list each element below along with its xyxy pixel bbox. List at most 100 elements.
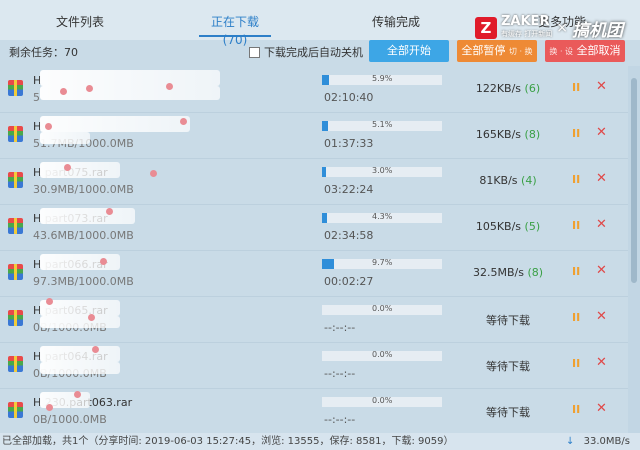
auto-shutdown-checkbox[interactable] <box>249 46 260 58</box>
tab-downloading[interactable]: 正在下载(70) <box>199 13 271 47</box>
time-remaining: 02:10:40 <box>324 91 374 104</box>
download-speed: 等待下载 <box>452 312 564 328</box>
download-speed: 105KB/s (5) <box>452 220 564 233</box>
sticker-dot <box>60 88 67 95</box>
speed-value: 32.5MB/s <box>472 266 524 279</box>
privacy-smear <box>40 70 220 86</box>
progress-bar: 5.1% <box>322 120 442 131</box>
download-speed: 165KB/s (8) <box>452 128 564 141</box>
progress-fill <box>322 167 326 177</box>
close-icon[interactable]: ✕ <box>596 171 607 186</box>
remaining-tasks: 剩余任务：70 <box>9 46 78 59</box>
zaker-watermark: Z ZAKER 有缓存 打开新闻 × 搞机团 <box>475 14 623 42</box>
progress-percent: 0.0% <box>372 396 393 405</box>
download-row[interactable]: H part064.rar0B/1000.0MB0.0%--:--:--等待下载… <box>0 342 628 389</box>
file-size: 30.9MB/1000.0MB <box>33 183 134 196</box>
close-icon[interactable]: ✕ <box>596 125 607 140</box>
time-remaining: 02:34:58 <box>324 229 374 242</box>
progress-bar: 3.0% <box>322 166 442 177</box>
close-icon[interactable]: ✕ <box>596 355 607 370</box>
speed-value: 81KB/s <box>479 174 518 187</box>
download-speed: 32.5MB/s (8) <box>452 266 564 279</box>
speed-value: 等待下载 <box>486 360 530 373</box>
pause-all-hint: 切 · 换 <box>508 47 533 56</box>
privacy-smear <box>40 116 190 132</box>
sticker-dot <box>46 298 53 305</box>
pause-all-button[interactable]: 全部暂停 切 · 换 <box>457 40 537 62</box>
pause-icon[interactable]: II <box>572 311 580 324</box>
total-speed: 33.0MB/s <box>583 436 630 447</box>
download-row[interactable]: H part065.rar0B/1000.0MB0.0%--:--:--等待下载… <box>0 296 628 343</box>
pause-icon[interactable]: II <box>572 403 580 416</box>
privacy-smear <box>40 346 120 362</box>
pause-icon[interactable]: II <box>572 127 580 140</box>
sticker-dot <box>74 391 81 398</box>
time-remaining: --:--:-- <box>324 367 356 380</box>
speed-value: 165KB/s <box>475 128 522 141</box>
close-icon[interactable]: ✕ <box>596 79 607 94</box>
download-speed: 等待下载 <box>452 404 564 420</box>
cancel-all-label: 全部取消 <box>576 44 621 57</box>
sticker-dot <box>86 85 93 92</box>
rar-archive-icon <box>8 172 23 188</box>
privacy-smear <box>40 254 120 270</box>
rar-archive-icon <box>8 126 23 142</box>
download-row[interactable]: H 230.part063.rar0B/1000.0MB0.0%--:--:--… <box>0 388 628 433</box>
progress-bar: 4.3% <box>322 212 442 223</box>
progress-percent: 9.7% <box>372 258 393 267</box>
progress-bar: 0.0% <box>322 396 442 407</box>
watermark-x: × <box>556 20 568 36</box>
progress-percent: 0.0% <box>372 304 393 313</box>
scrollbar[interactable] <box>628 66 640 433</box>
download-arrow-icon: ↓ <box>566 436 575 447</box>
auto-shutdown-label: 下载完成后自动关机 <box>264 46 363 59</box>
file-size: 97.3MB/1000.0MB <box>33 275 134 288</box>
download-speed: 122KB/s (6) <box>452 82 564 95</box>
tab-file-list[interactable]: 文件列表 <box>50 13 110 37</box>
rar-archive-icon <box>8 218 23 234</box>
progress-percent: 3.0% <box>372 166 393 175</box>
zaker-brand: ZAKER 有缓存 打开新闻 <box>501 15 552 41</box>
speed-value: 122KB/s <box>475 82 522 95</box>
sticker-dot <box>45 123 52 130</box>
scrollbar-thumb[interactable] <box>631 78 637 283</box>
connection-count: (8) <box>524 128 541 141</box>
rar-archive-icon <box>8 80 23 96</box>
pause-icon[interactable]: II <box>572 265 580 278</box>
pause-icon[interactable]: II <box>572 357 580 370</box>
privacy-smear <box>40 86 220 100</box>
speed-value: 等待下载 <box>486 406 530 419</box>
progress-percent: 5.1% <box>372 120 393 129</box>
sticker-dot <box>88 314 95 321</box>
progress-bar: 0.0% <box>322 350 442 361</box>
privacy-smear <box>40 132 90 144</box>
auto-shutdown-option[interactable]: 下载完成后自动关机 <box>249 44 363 60</box>
time-remaining: 00:02:27 <box>324 275 374 288</box>
rar-archive-icon <box>8 356 23 372</box>
progress-percent: 4.3% <box>372 212 393 221</box>
time-remaining: 01:37:33 <box>324 137 374 150</box>
zaker-brand-name: ZAKER <box>501 14 550 29</box>
pause-icon[interactable]: II <box>572 81 580 94</box>
download-list: H55.9%02:10:40122KB/s (6)II✕H51.7MB/1000… <box>0 66 628 433</box>
download-row[interactable]: H part075.rar30.9MB/1000.0MB3.0%03:22:24… <box>0 158 628 205</box>
cancel-all-hint: 换 · 设 <box>549 47 574 56</box>
file-size: 5 <box>33 91 40 104</box>
download-row[interactable]: H51.7MB/1000.0MB5.1%01:37:33165KB/s (8)I… <box>0 112 628 159</box>
download-row[interactable]: H part066.rar97.3MB/1000.0MB9.7%00:02:27… <box>0 250 628 297</box>
close-icon[interactable]: ✕ <box>596 217 607 232</box>
pause-icon[interactable]: II <box>572 219 580 232</box>
cancel-all-button[interactable]: 换 · 设 全部取消 <box>545 40 625 62</box>
connection-count: (5) <box>524 220 541 233</box>
status-bar: 已全部加载，共1个（分享时间: 2019-06-03 15:27:45，浏览: … <box>0 433 640 450</box>
download-row[interactable]: H 5 5.9% 02:10:40 122KB/s (6) II ✕ <box>0 66 628 113</box>
privacy-smear <box>40 162 120 178</box>
close-icon[interactable]: ✕ <box>596 309 607 324</box>
connection-count: (6) <box>524 82 541 95</box>
close-icon[interactable]: ✕ <box>596 401 607 416</box>
close-icon[interactable]: ✕ <box>596 263 607 278</box>
tab-completed[interactable]: 传输完成 <box>371 13 421 37</box>
start-all-button[interactable]: 全部开始 <box>369 40 449 62</box>
pause-icon[interactable]: II <box>572 173 580 186</box>
download-row[interactable]: H part073.rar43.6MB/1000.0MB4.3%02:34:58… <box>0 204 628 251</box>
